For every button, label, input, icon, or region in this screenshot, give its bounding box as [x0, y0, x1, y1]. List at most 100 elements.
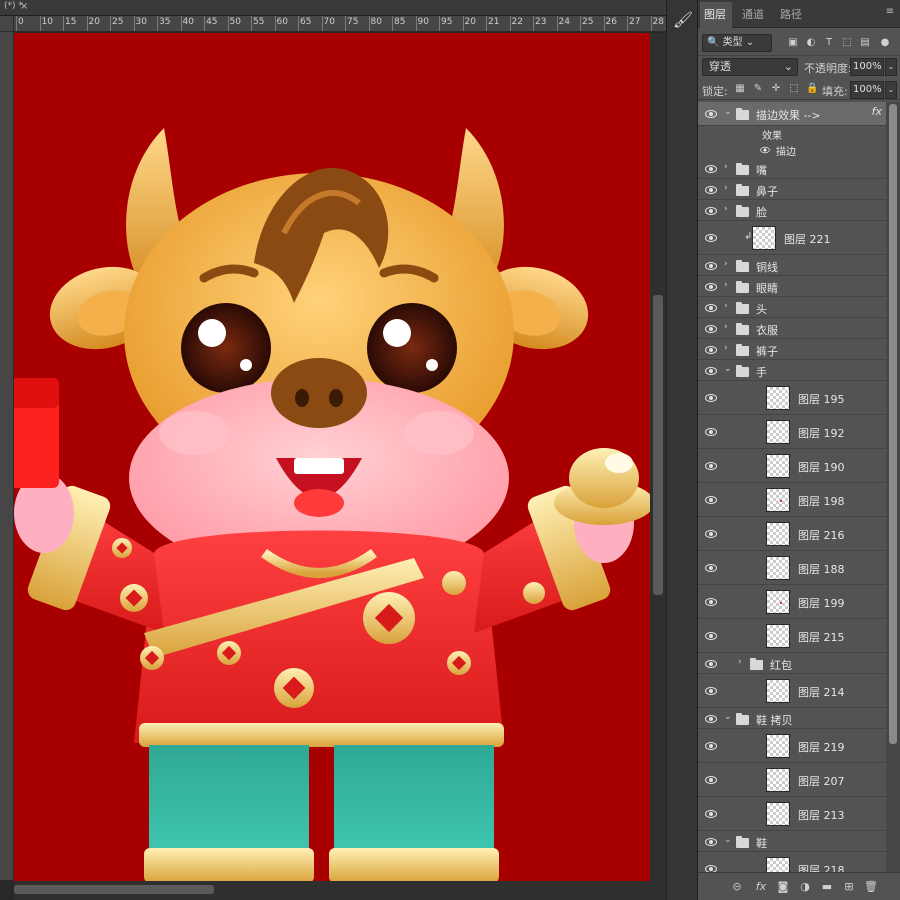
- layer-row[interactable]: 图层 195: [698, 381, 886, 415]
- shape-filter-icon[interactable]: ⬚: [840, 36, 854, 50]
- layer-row[interactable]: › 脸: [698, 200, 886, 221]
- new-layer-icon[interactable]: ⊞: [842, 880, 856, 894]
- fill-input[interactable]: 100%: [850, 81, 884, 99]
- layer-row[interactable]: › 鼻子: [698, 179, 886, 200]
- layer-row[interactable]: › 头: [698, 297, 886, 318]
- eye-icon[interactable]: [704, 686, 718, 696]
- eye-icon[interactable]: [704, 495, 718, 505]
- opacity-input[interactable]: 100%: [850, 58, 884, 76]
- lock-artboard-icon[interactable]: ⬚: [788, 83, 800, 95]
- layer-row[interactable]: 图层 198: [698, 483, 886, 517]
- chevron-right-icon[interactable]: ›: [724, 322, 732, 332]
- eye-icon[interactable]: [704, 631, 718, 641]
- chevron-right-icon[interactable]: ›: [724, 183, 732, 193]
- filter-toggle-icon[interactable]: ●: [878, 36, 892, 50]
- chevron-down-icon[interactable]: ⌄: [724, 107, 732, 117]
- adjustment-filter-icon[interactable]: ◐: [804, 36, 818, 50]
- eye-icon[interactable]: [704, 261, 718, 271]
- layer-row[interactable]: ⌄ 鞋: [698, 831, 886, 852]
- mask-icon[interactable]: ◙: [776, 880, 790, 894]
- adjustment-icon[interactable]: ◑: [798, 880, 812, 894]
- eye-icon[interactable]: [704, 303, 718, 313]
- type-filter-icon[interactable]: T: [822, 36, 836, 50]
- lock-position-icon[interactable]: ✛: [770, 83, 782, 95]
- chevron-down-icon[interactable]: ⌄: [885, 58, 897, 76]
- close-icon[interactable]: ×: [20, 1, 28, 12]
- new-group-icon[interactable]: ▬: [820, 880, 834, 894]
- chevron-down-icon[interactable]: ⌄: [724, 835, 732, 845]
- eye-icon[interactable]: [704, 563, 718, 573]
- blend-mode-select[interactable]: 穿透 ⌄: [702, 58, 798, 76]
- eye-icon[interactable]: [704, 206, 718, 216]
- eye-icon[interactable]: [704, 185, 718, 195]
- layer-row[interactable]: 图层 199: [698, 585, 886, 619]
- panel-menu-icon[interactable]: ≡: [886, 6, 894, 17]
- chevron-right-icon[interactable]: ›: [724, 343, 732, 353]
- eye-icon[interactable]: [704, 597, 718, 607]
- layer-row[interactable]: › 嘴: [698, 158, 886, 179]
- eye-icon[interactable]: [759, 146, 770, 154]
- layer-row[interactable]: 图层 214: [698, 674, 886, 708]
- fx-icon[interactable]: fx: [754, 880, 768, 894]
- layer-row[interactable]: ⌄ 鞋 拷贝: [698, 708, 886, 729]
- eye-icon[interactable]: [704, 393, 718, 403]
- layer-row[interactable]: ⌄ 描边效果 --> fx: [698, 102, 886, 126]
- tab-paths[interactable]: 路径: [780, 6, 802, 22]
- tab-layers[interactable]: 图层: [704, 6, 726, 22]
- layer-row[interactable]: 图层 192: [698, 415, 886, 449]
- layer-list-scrollbar[interactable]: [886, 102, 900, 872]
- fx-icon[interactable]: fx: [872, 105, 882, 118]
- layer-row[interactable]: 效果: [698, 126, 886, 142]
- scroll-thumb[interactable]: [14, 885, 214, 894]
- filter-kind-select[interactable]: 🔍 类型 ⌄: [702, 34, 772, 52]
- chevron-right-icon[interactable]: ›: [724, 204, 732, 214]
- layer-row[interactable]: ⌄ 手: [698, 360, 886, 381]
- eye-icon[interactable]: [704, 324, 718, 334]
- eye-icon[interactable]: [704, 775, 718, 785]
- eye-icon[interactable]: [704, 461, 718, 471]
- image-filter-icon[interactable]: ▣: [786, 36, 800, 50]
- layer-row[interactable]: 图层 207: [698, 763, 886, 797]
- eye-icon[interactable]: [704, 164, 718, 174]
- eye-icon[interactable]: [704, 659, 718, 669]
- eye-icon[interactable]: [704, 741, 718, 751]
- eye-icon[interactable]: [704, 109, 718, 119]
- layer-row[interactable]: 图层 215: [698, 619, 886, 653]
- eye-icon[interactable]: [704, 427, 718, 437]
- scroll-thumb[interactable]: [889, 104, 897, 744]
- brush-icon[interactable]: 🖌: [671, 8, 695, 32]
- chevron-down-icon[interactable]: ⌄: [724, 364, 732, 374]
- chevron-right-icon[interactable]: ›: [724, 301, 732, 311]
- eye-icon[interactable]: [704, 714, 718, 724]
- layer-row[interactable]: › 衣服: [698, 318, 886, 339]
- layer-row[interactable]: 图层 219: [698, 729, 886, 763]
- eye-icon[interactable]: [704, 233, 718, 243]
- chevron-right-icon[interactable]: ›: [738, 657, 746, 667]
- layer-row[interactable]: › 眼睛: [698, 276, 886, 297]
- scroll-thumb[interactable]: [653, 295, 663, 595]
- layer-row[interactable]: 描边: [698, 142, 886, 158]
- layer-row[interactable]: 图层 218: [698, 852, 886, 872]
- canvas[interactable]: [14, 33, 650, 881]
- layer-row[interactable]: 图层 188: [698, 551, 886, 585]
- layer-row[interactable]: 图层 213: [698, 797, 886, 831]
- canvas-vertical-scrollbar[interactable]: [650, 33, 666, 881]
- eye-icon[interactable]: [704, 837, 718, 847]
- layer-row[interactable]: › 裤子: [698, 339, 886, 360]
- trash-icon[interactable]: 🗑: [864, 880, 878, 894]
- chevron-right-icon[interactable]: ›: [724, 259, 732, 269]
- tab-channels[interactable]: 通道: [742, 6, 764, 22]
- chevron-right-icon[interactable]: ›: [724, 162, 732, 172]
- layer-row[interactable]: ↲ 图层 221: [698, 221, 886, 255]
- lock-transparency-icon[interactable]: ▦: [734, 83, 746, 95]
- eye-icon[interactable]: [704, 809, 718, 819]
- eye-icon[interactable]: [704, 529, 718, 539]
- chevron-down-icon[interactable]: ⌄: [885, 81, 897, 99]
- canvas-horizontal-scrollbar[interactable]: [14, 881, 666, 900]
- eye-icon[interactable]: [704, 366, 718, 376]
- smart-object-filter-icon[interactable]: ▤: [858, 36, 872, 50]
- link-icon[interactable]: ⊝: [730, 880, 744, 894]
- eye-icon[interactable]: [704, 282, 718, 292]
- chevron-right-icon[interactable]: ›: [724, 280, 732, 290]
- lock-image-icon[interactable]: ✎: [752, 83, 764, 95]
